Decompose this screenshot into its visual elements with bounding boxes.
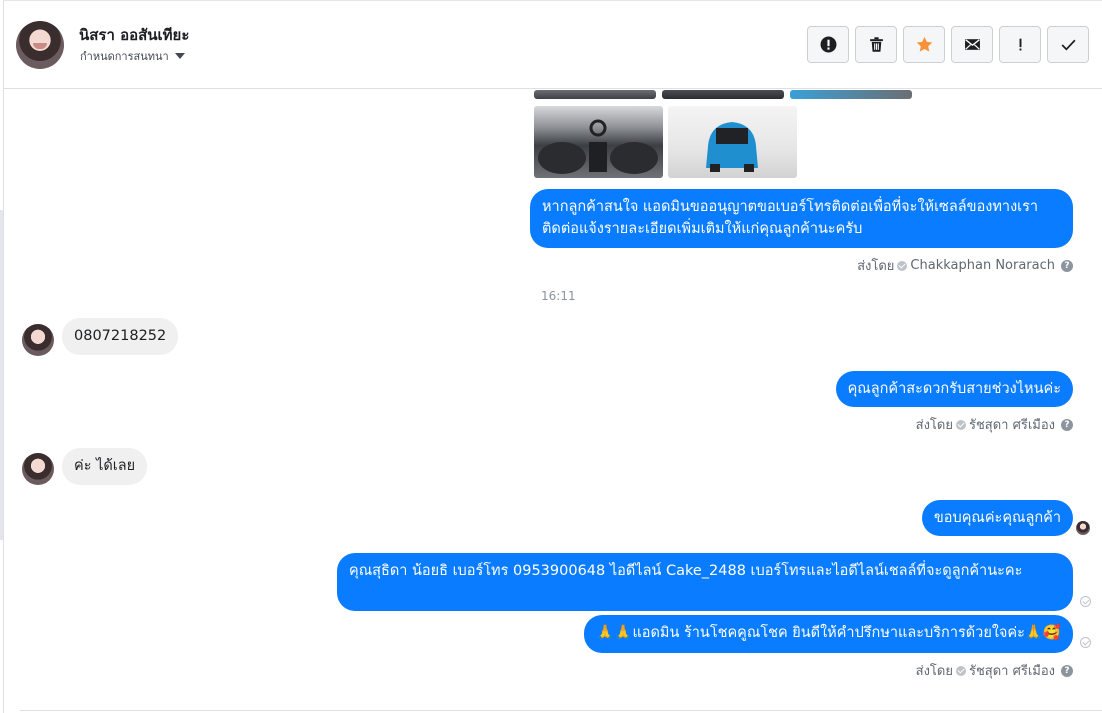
contact-name[interactable]: นิสรา ออสันเทียะ	[79, 23, 189, 47]
trash-icon	[869, 37, 883, 52]
star-icon	[916, 36, 932, 52]
contact-avatar-small[interactable]	[22, 453, 54, 485]
outgoing-message[interactable]: ขอบคุณค่ะคุณลูกค้า	[921, 500, 1073, 536]
exclamation-icon	[1019, 38, 1021, 51]
sent-by-name: รัชสุดา ศรีเมือง	[968, 418, 1055, 433]
delivered-icon	[1080, 637, 1091, 648]
conversation-label-dropdown[interactable]: กำหนดการสนทนา	[80, 47, 185, 65]
composer-divider	[20, 710, 1102, 711]
seen-by-avatar	[1076, 521, 1090, 535]
photo-attachment[interactable]	[534, 90, 656, 99]
message-timestamp: 16:11	[541, 289, 576, 303]
photo-attachment[interactable]	[662, 90, 784, 99]
mark-important-button[interactable]	[999, 26, 1041, 63]
caret-down-icon	[174, 53, 185, 59]
star-button[interactable]	[903, 26, 945, 63]
incoming-message[interactable]: ค่ะ ได้เลย	[62, 448, 148, 485]
outgoing-message[interactable]: หากลูกค้าสนใจ แอดมินขออนุญาตขอเบอร์โทรติ…	[530, 189, 1073, 248]
alert-circle-icon	[820, 36, 836, 53]
photo-attachment[interactable]	[790, 90, 912, 99]
outgoing-message[interactable]: 🙏🙏แอดมิน ร้านโชคคูณโชค ยินดีให้คำปรึกษาแ…	[584, 615, 1073, 653]
message-text: หากลูกค้าสนใจ แอดมินขออนุญาตขอเบอร์โทรติ…	[542, 199, 1039, 237]
conversation-label-text: กำหนดการสนทนา	[80, 50, 169, 63]
sent-by-name: Chakkaphan Norarach	[910, 258, 1055, 273]
sent-by-label: ส่งโดย	[915, 664, 953, 679]
sent-by-info: ส่งโดย รัชสุดา ศรีเมือง ?	[916, 414, 1073, 435]
outgoing-message[interactable]: คุณสุธิดา น้อยธิ เบอร์โทร 0953900648 ไอด…	[337, 553, 1073, 611]
sent-by-info: ส่งโดย Chakkaphan Norarach ?	[857, 255, 1073, 276]
mark-done-button[interactable]	[1047, 26, 1089, 63]
verified-check-icon	[955, 419, 966, 430]
sent-by-label: ส่งโดย	[857, 259, 895, 274]
sent-by-info: ส่งโดย รัชสุดา ศรีเมือง ?	[916, 660, 1073, 681]
help-icon[interactable]: ?	[1061, 259, 1073, 272]
contact-avatar[interactable]	[16, 21, 64, 69]
delivered-icon	[1080, 596, 1091, 607]
checkmark-icon	[1061, 39, 1075, 51]
report-spam-button[interactable]	[807, 26, 849, 63]
photo-attachment-interior[interactable]	[534, 106, 663, 178]
message-text: คุณลูกค้าสะดวกรับสายช่วงไหนค่ะ	[847, 381, 1061, 397]
verified-check-icon	[955, 665, 966, 676]
verified-check-icon	[897, 260, 908, 271]
sent-by-label: ส่งโดย	[915, 418, 953, 433]
message-text: คุณสุธิดา น้อยธิ เบอร์โทร 0953900648 ไอด…	[349, 563, 1023, 579]
delete-button[interactable]	[855, 26, 897, 63]
photo-attachment-rear[interactable]	[668, 106, 797, 178]
sent-by-name: รัชสุดา ศรีเมือง	[968, 664, 1055, 679]
mark-unread-button[interactable]	[951, 26, 993, 63]
envelope-icon	[964, 39, 980, 50]
header-toolbar	[807, 26, 1089, 63]
incoming-message[interactable]: 0807218252	[62, 318, 179, 355]
conversation-header: นิสรา ออสันเทียะ กำหนดการสนทนา	[4, 1, 1102, 89]
message-text: 0807218252	[74, 328, 167, 344]
help-icon[interactable]: ?	[1061, 418, 1073, 431]
outgoing-message[interactable]: คุณลูกค้าสะดวกรับสายช่วงไหนค่ะ	[835, 371, 1073, 407]
message-text: ค่ะ ได้เลย	[74, 458, 136, 474]
car-rear-image	[706, 122, 758, 172]
message-text: 🙏🙏แอดมิน ร้านโชคคูณโชค ยินดีให้คำปรึกษาแ…	[596, 625, 1061, 641]
message-text: ขอบคุณค่ะคุณลูกค้า	[933, 510, 1061, 526]
contact-avatar-small[interactable]	[22, 324, 54, 356]
car-interior-image	[538, 119, 658, 174]
left-scroll-strip	[0, 210, 3, 540]
help-icon[interactable]: ?	[1061, 664, 1073, 677]
